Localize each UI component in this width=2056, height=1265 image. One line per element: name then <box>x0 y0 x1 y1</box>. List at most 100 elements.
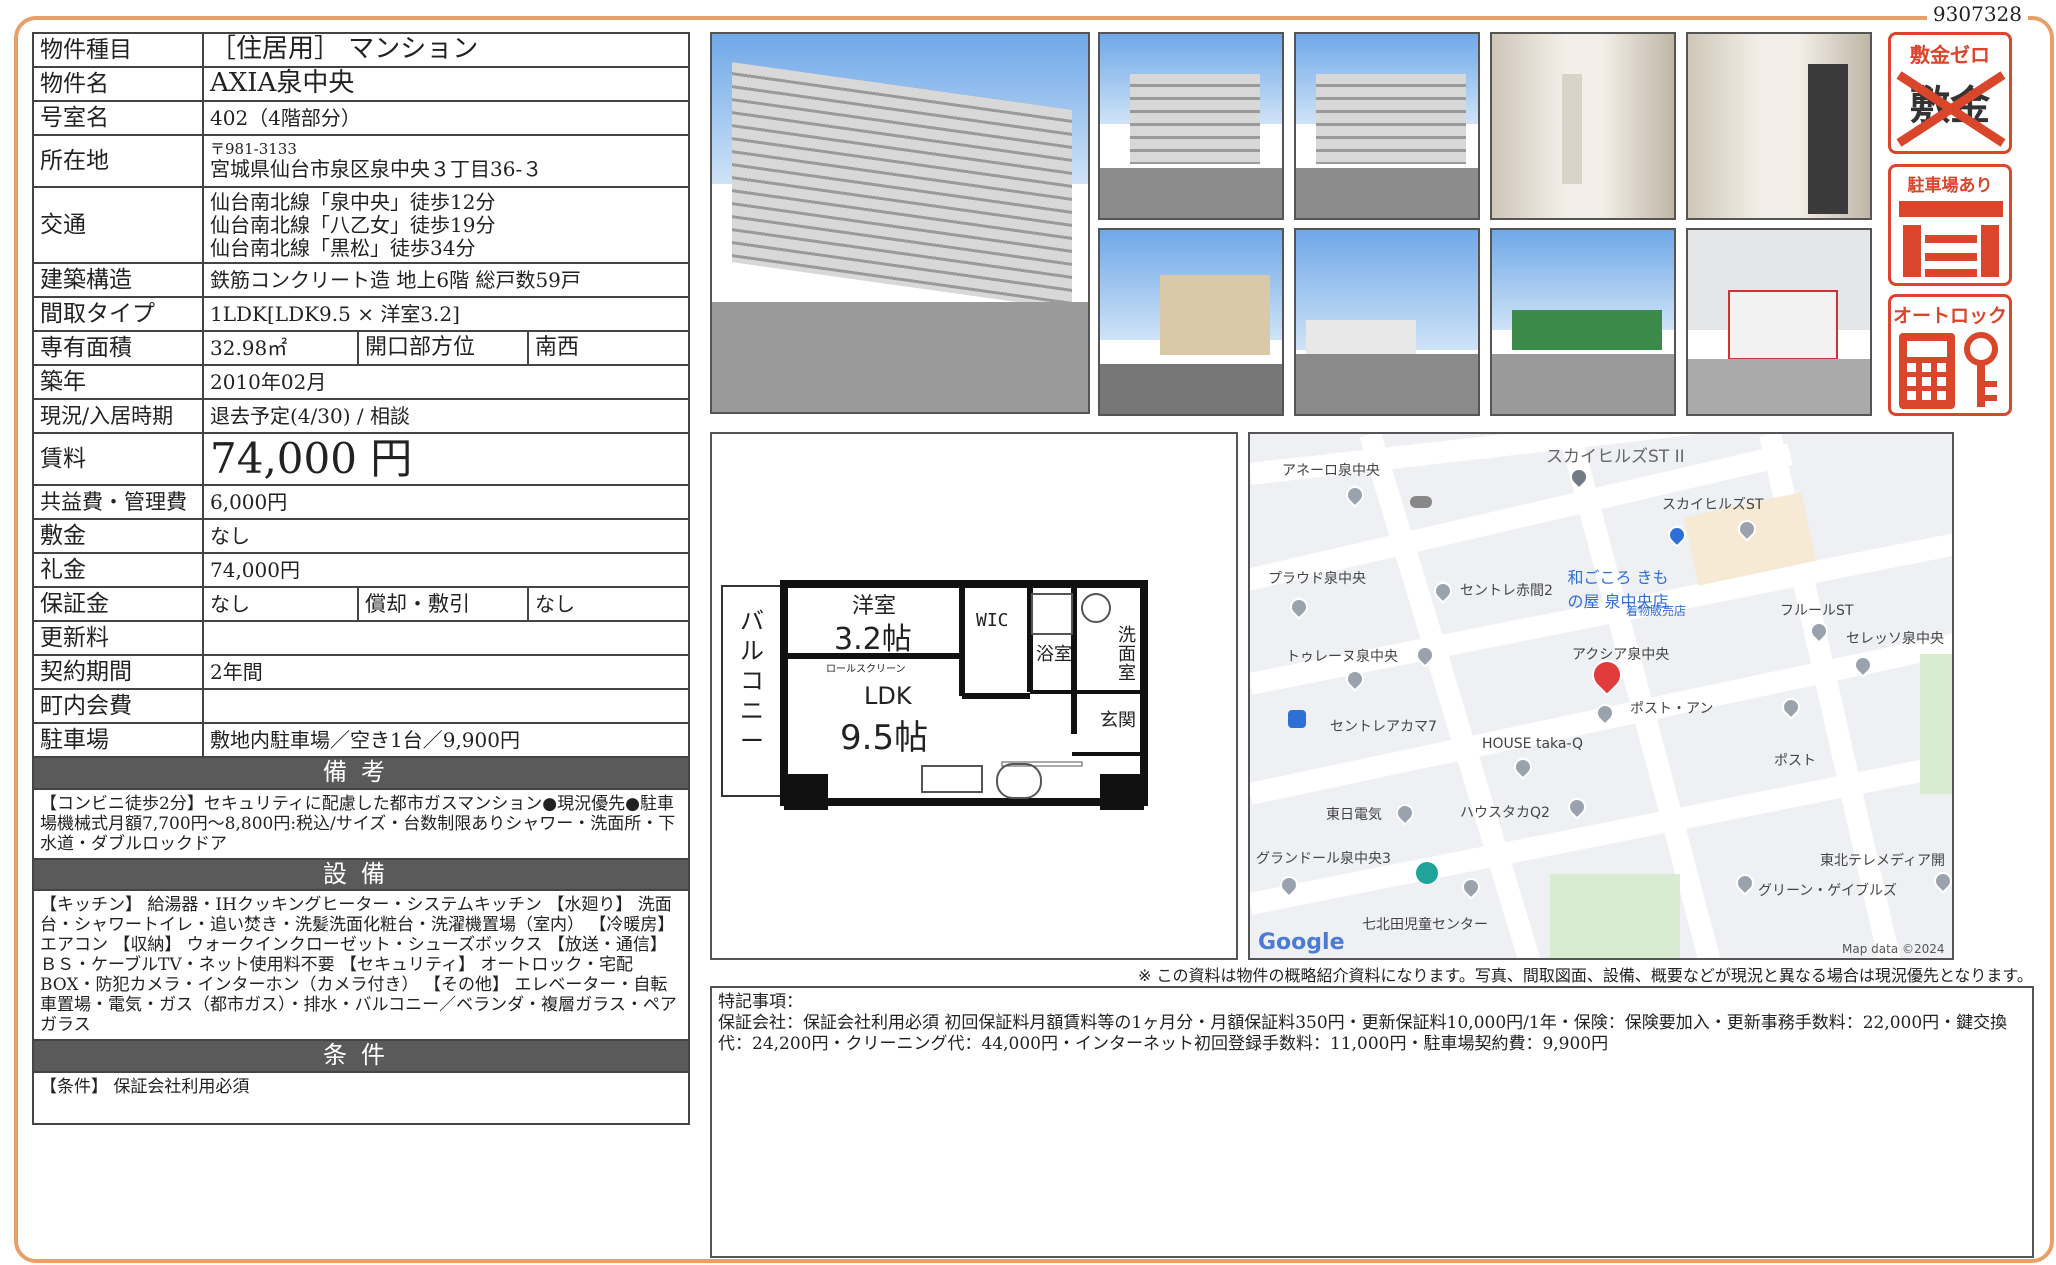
key-money-value: 74,000円 <box>201 552 691 589</box>
map-label: HOUSE taka-Q <box>1482 736 1584 752</box>
balcony-label: バルコニー <box>740 607 764 755</box>
special-notes-title: 特記事項： <box>718 992 803 1012</box>
equipment-text: 【キッチン】 給湯器・IHクッキングヒーター・システムキッチン 【水廻り】 洗面… <box>31 889 691 1042</box>
autolock-title: オートロック <box>1892 305 2007 327</box>
rent-value: 74,000 円 <box>201 431 691 487</box>
hallway-photo-1 <box>1490 32 1676 220</box>
transit-cell: 仙台南北線「泉中央」徒歩12分 仙台南北線「八乙女」徒歩19分 仙台南北線「黒松」徒… <box>201 186 691 264</box>
map-label: フルールST <box>1780 603 1854 619</box>
floor-plan-drawing <box>721 580 1148 810</box>
map-label: ポスト <box>1774 753 1816 769</box>
bus-stop-icon[interactable] <box>1410 496 1432 508</box>
direction-value: 南西 <box>526 330 691 366</box>
transit-3: 仙台南北線「黒松」徒歩34分 <box>210 235 476 260</box>
map-label: 七北田児童センター <box>1362 917 1488 933</box>
transit-2: 仙台南北線「八乙女」徒歩19分 <box>210 212 496 237</box>
conditions-text: 【条件】 保証会社利用必須 <box>31 1071 691 1126</box>
room1-size: 3.2帖 <box>834 622 912 657</box>
parking-title: 駐車場あり <box>1907 176 1993 196</box>
renewal-label: 更新料 <box>32 620 204 657</box>
map-label: トゥレーヌ泉中央 <box>1286 649 1398 665</box>
area-value: 32.98㎡ <box>202 330 359 366</box>
fee-label: 共益費・管理費 <box>32 484 204 521</box>
deposit-label: 敷金 <box>32 518 204 555</box>
assoc-value <box>201 688 691 725</box>
status-label: 現況/入居時期 <box>32 398 204 434</box>
parking-label: 駐車場 <box>32 722 204 759</box>
property-spec-table: 物件種目 ［住居用］ マンション 物件名 AXIA泉中央 号室名 402（4階部分） … <box>31 32 691 1126</box>
equipment-header: 設備 <box>31 857 691 892</box>
autolock-icon <box>1899 332 1998 409</box>
parking-icon <box>1899 201 2003 277</box>
address-value: 宮城県仙台市泉区泉中央３丁目36-３ <box>210 157 543 182</box>
zero-deposit-title: 敷金ゼロ <box>1910 43 1990 67</box>
type-label: 物件種目 <box>32 32 204 68</box>
renewal-value <box>201 620 691 657</box>
area-label: 専有面積 <box>32 330 204 366</box>
transit-1: 仙台南北線「泉中央」徒歩12分 <box>210 189 496 214</box>
entrance-label: 玄関 <box>1100 710 1136 731</box>
built-value: 2010年02月 <box>201 364 691 400</box>
fee-value: 6,000円 <box>201 484 691 521</box>
nearby-post-office-photo <box>1686 228 1872 416</box>
remarks-header: 備考 <box>31 756 691 790</box>
amort-label: 償却・敷引 <box>357 586 529 623</box>
conditions-header: 条件 <box>31 1039 691 1074</box>
special-notes-text: 保証会社：保証会社利用必須 初回保証料月額賃料等の1ヶ月分・月額保証料350円・… <box>718 1013 2008 1054</box>
contract-value: 2年間 <box>201 654 691 691</box>
map-label: グランドール泉中央3 <box>1256 851 1391 867</box>
building-photo-2 <box>1098 32 1284 220</box>
key-money-label: 礼金 <box>32 552 204 589</box>
contract-label: 契約期間 <box>32 654 204 691</box>
assoc-label: 町内会費 <box>32 688 204 725</box>
map-label: アクシア泉中央 <box>1572 647 1670 663</box>
deposit-value: なし <box>201 518 691 555</box>
autolock-badge: オートロック <box>1888 294 2012 416</box>
guarantee-value: なし <box>202 586 359 623</box>
layout-value: 1LDK[LDK9.5 × 洋室3.2] <box>201 296 691 332</box>
remarks-text: 【コンビニ徒歩2分】セキュリティに配慮した都市ガスマンション●現況優先●駐車場機… <box>31 787 691 860</box>
structure-value: 鉄筋コンクリート造 地上6階 総戸数59戸 <box>201 262 691 298</box>
station-icon[interactable] <box>1288 710 1306 728</box>
direction-label: 開口部方位 <box>357 330 529 366</box>
amort-value: なし <box>526 586 691 623</box>
type-value: ［住居用］ マンション <box>201 32 691 68</box>
zero-deposit-badge: 敷金ゼロ 敷金 <box>1888 32 2012 154</box>
name-value: AXIA泉中央 <box>201 66 691 102</box>
map-label: グリーン・ゲイブルズ <box>1758 883 1898 899</box>
map-label: ハウスタカQ2 <box>1460 805 1550 821</box>
status-value: 退去予定(4/30) / 相談 <box>201 398 691 434</box>
disclaimer-note: ※ この資料は物件の概略紹介資料になります。写真、間取図面、設備、概要などが現況… <box>1138 966 2033 985</box>
map-label: セントレ赤間2 <box>1460 583 1553 599</box>
map-label: ポスト・アン <box>1630 701 1714 717</box>
structure-label: 建築構造 <box>32 262 204 298</box>
map-label: プラウド泉中央 <box>1268 571 1366 587</box>
nearby-store-photo-2 <box>1294 228 1480 416</box>
wash-room-label: 洗面室 <box>1118 625 1136 684</box>
roll-screen-label: ロールスクリーン <box>826 664 906 675</box>
google-logo: Google <box>1258 930 1345 955</box>
area-map[interactable]: スカイヒルズST II アネーロ泉中央 スカイヒルズST プラウド泉中央 セント… <box>1248 432 1954 960</box>
nearby-store-photo-3 <box>1490 228 1676 416</box>
room-value: 402（4階部分） <box>201 100 691 136</box>
wic-label: WIC <box>976 610 1009 631</box>
guarantee-label: 保証金 <box>32 586 204 623</box>
built-label: 築年 <box>32 364 204 400</box>
name-label: 物件名 <box>32 66 204 102</box>
room-label: 号室名 <box>32 100 204 136</box>
community-center-icon[interactable] <box>1416 862 1438 884</box>
ldk-size: 9.5帖 <box>840 718 929 758</box>
building-photo-3 <box>1294 32 1480 220</box>
bath-label: 浴室 <box>1036 644 1072 665</box>
map-label: 着物販売店 <box>1626 604 1687 618</box>
address-cell: 〒981-3133 宮城県仙台市泉区泉中央３丁目36-３ <box>201 134 691 188</box>
map-label: セレッソ泉中央 <box>1846 631 1944 647</box>
building-main-photo <box>710 32 1090 414</box>
ldk-name: LDK <box>864 682 912 710</box>
floor-plan: 洋室 3.2帖 ロールスクリーン LDK 9.5帖 WIC 浴室 洗面室 玄関 … <box>710 432 1238 960</box>
map-label: スカイヒルズST II <box>1546 447 1685 467</box>
transit-label: 交通 <box>32 186 204 264</box>
cross-out-icon <box>1896 71 2006 147</box>
postal-code: 〒981-3133 <box>210 139 297 158</box>
map-label: 東北テレメディア開 <box>1820 853 1946 869</box>
